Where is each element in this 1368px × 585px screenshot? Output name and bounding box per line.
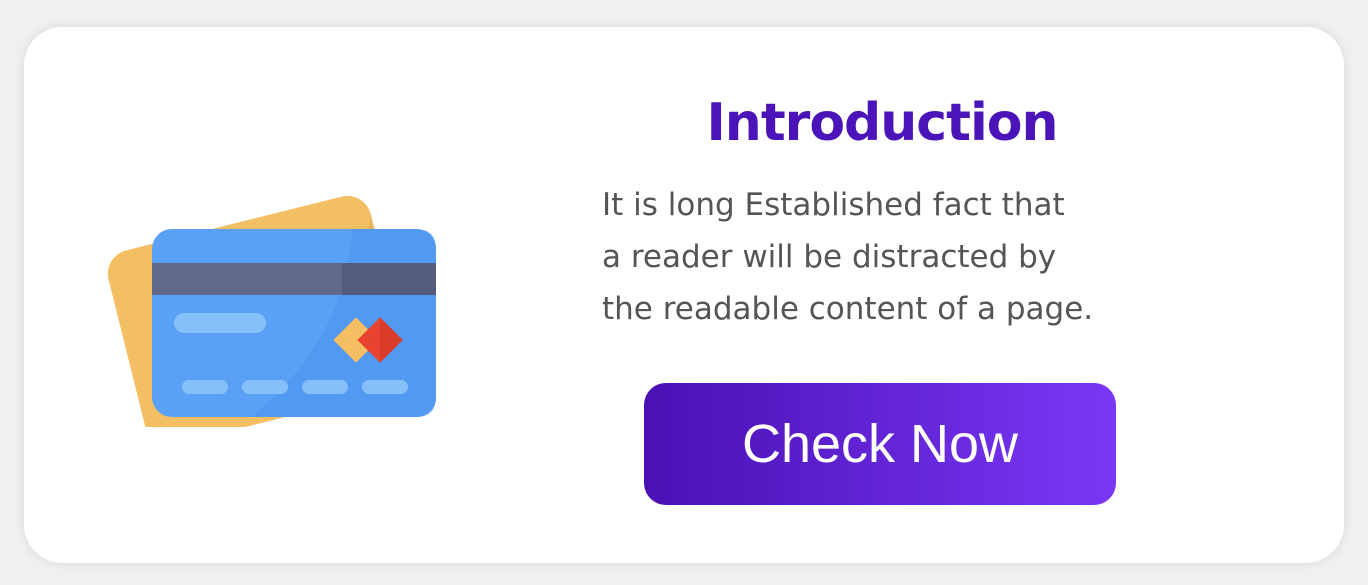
credit-card-icon <box>102 177 442 446</box>
intro-content: Introduction It is long Established fact… <box>602 87 1162 335</box>
intro-title: Introduction <box>706 93 1058 153</box>
intro-description: It is long Established fact that a reade… <box>602 179 1162 335</box>
description-line: It is long Established fact that <box>602 187 1065 223</box>
intro-card: Introduction It is long Established fact… <box>24 27 1344 563</box>
check-now-button[interactable]: Check Now <box>644 383 1116 505</box>
description-line: the readable content of a page. <box>602 291 1094 327</box>
description-line: a reader will be distracted by <box>602 239 1057 275</box>
